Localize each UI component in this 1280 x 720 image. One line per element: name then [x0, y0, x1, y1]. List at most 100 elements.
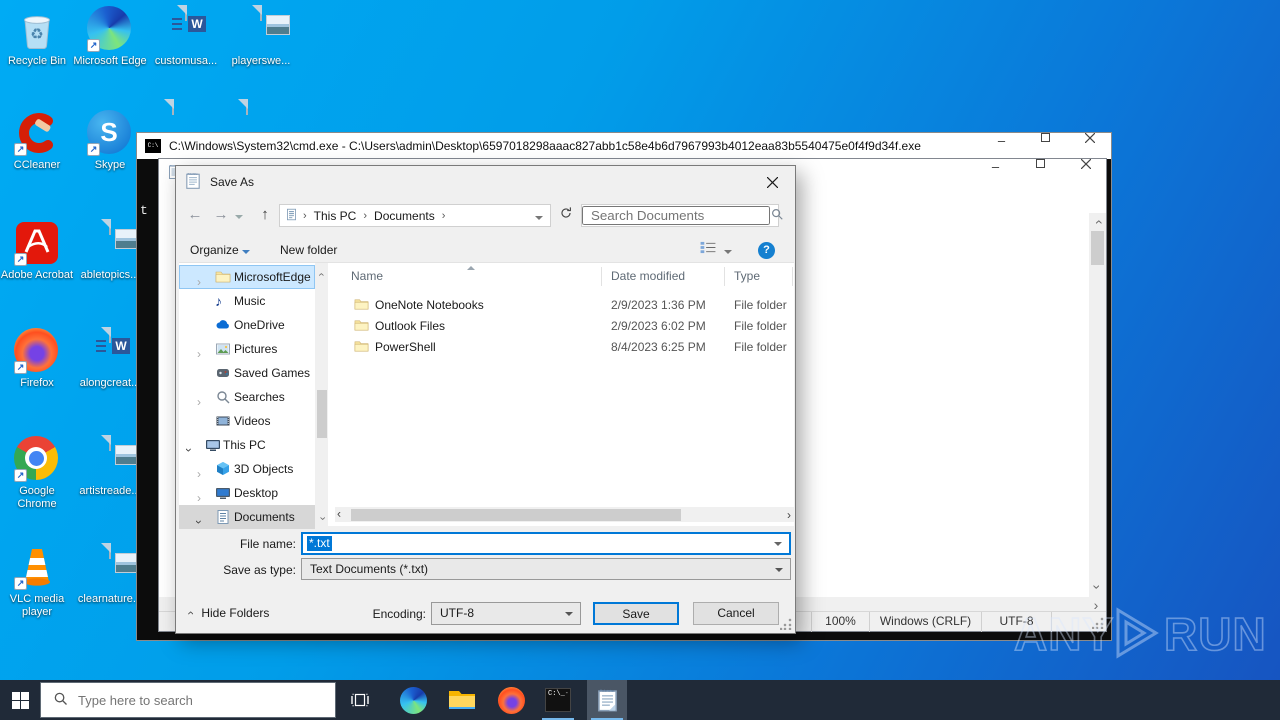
vscroll-thumb[interactable]: [316, 390, 327, 438]
back-button[interactable]: ←: [184, 204, 206, 226]
watermark-run-text: RUN: [1164, 608, 1264, 660]
image-doc-icon: [109, 435, 139, 465]
address-bar[interactable]: › This PC › Documents ›: [279, 204, 551, 227]
search-icon[interactable]: [770, 207, 784, 224]
shortcut-arrow-icon: ↗: [14, 143, 27, 156]
taskbar-edge-button[interactable]: [393, 680, 433, 720]
taskbar-search-box[interactable]: [40, 682, 336, 718]
desktop-icon-adobe-acrobat[interactable]: ↗ Adobe Acrobat: [0, 220, 74, 282]
scroll-up-icon[interactable]: ›: [1089, 215, 1106, 230]
close-button[interactable]: [1067, 133, 1112, 143]
organize-button[interactable]: Organize: [190, 240, 251, 260]
breadcrumb-documents[interactable]: Documents: [369, 209, 440, 223]
scroll-down-icon[interactable]: ›: [315, 510, 328, 524]
taskbar-notepad-button[interactable]: [587, 680, 627, 720]
column-header-name[interactable]: Name: [351, 263, 383, 290]
tree-item-pictures[interactable]: › Pictures: [179, 337, 315, 361]
minimize-button[interactable]: –: [979, 133, 1024, 148]
tree-item-searches[interactable]: › Searches: [179, 385, 315, 409]
view-options-dropdown[interactable]: [724, 240, 732, 260]
desktop-icon-vlc[interactable]: ↗ VLC media player: [0, 544, 74, 619]
tree-item-music[interactable]: ♪ Music: [179, 289, 315, 313]
tree-item-videos[interactable]: Videos: [179, 409, 315, 433]
desktop-icon-microsoft-edge[interactable]: ↗ Microsoft Edge: [73, 6, 147, 68]
taskbar-cmd-button[interactable]: C:\_ -: [538, 680, 578, 720]
up-button[interactable]: ↑: [254, 204, 276, 226]
refresh-button[interactable]: [555, 205, 577, 227]
desktop-icon-label: customusa...: [154, 55, 218, 67]
resize-grip[interactable]: [1092, 617, 1104, 629]
cmd-titlebar[interactable]: C:\ C:\Windows\System32\cmd.exe - C:\Use…: [137, 133, 1111, 159]
desktop-icon-playerswe[interactable]: playerswe...: [224, 5, 298, 68]
desktop-icon-customusa[interactable]: W customusa...: [149, 5, 223, 68]
tree-item-onedrive[interactable]: OneDrive: [179, 313, 315, 337]
edge-icon: [399, 686, 427, 714]
search-box[interactable]: [581, 204, 783, 227]
breadcrumb-this-pc[interactable]: This PC: [309, 209, 362, 223]
tree-item-microsoftedge[interactable]: › MicrosoftEdge: [179, 265, 315, 289]
chevron-down-icon[interactable]: [774, 542, 782, 546]
column-header-date-modified[interactable]: Date modified: [611, 263, 685, 290]
taskbar-firefox-button[interactable]: [491, 680, 531, 720]
file-name-input[interactable]: *.txt: [301, 532, 791, 555]
details-view-icon: [700, 241, 716, 254]
recent-locations-dropdown[interactable]: [232, 204, 246, 226]
notepad-vscrollbar[interactable]: › ›: [1089, 213, 1106, 597]
desktop-icon-google-chrome[interactable]: ↗ Google Chrome: [0, 436, 74, 511]
cmd-window-title: C:\Windows\System32\cmd.exe - C:\Users\a…: [169, 139, 921, 153]
start-button[interactable]: [0, 680, 40, 720]
tree-item-desktop[interactable]: › Desktop: [179, 481, 315, 505]
desktop-icon-ccleaner[interactable]: ↗ CCleaner: [0, 110, 74, 172]
chevron-down-icon: [775, 568, 783, 572]
chevron-expanded-icon[interactable]: ›: [187, 520, 211, 524]
file-row-onenote-notebooks[interactable]: OneNote Notebooks 2/9/2023 1:36 PM File …: [335, 295, 794, 316]
desktop-icon-recycle-bin[interactable]: ♻ Recycle Bin: [0, 6, 74, 68]
hscroll-thumb[interactable]: [351, 508, 681, 521]
scroll-left-icon[interactable]: ›: [337, 508, 341, 522]
dialog-titlebar[interactable]: Save As: [176, 166, 795, 198]
refresh-icon: [561, 207, 571, 218]
save-as-type-select[interactable]: Text Documents (*.txt): [301, 558, 791, 580]
taskbar-search-input[interactable]: [78, 692, 335, 708]
scroll-up-icon[interactable]: ›: [315, 266, 328, 280]
desktop-icon-label: Adobe Acrobat: [0, 269, 74, 281]
taskbar: C:\_- › 10:21 PM 6/29/2024: [0, 680, 1280, 720]
cancel-button[interactable]: Cancel: [693, 602, 779, 625]
vscroll-thumb[interactable]: [1091, 231, 1104, 265]
task-view-button[interactable]: [340, 680, 380, 720]
maximize-button[interactable]: [1018, 159, 1063, 168]
chevron-expanded-icon[interactable]: ›: [177, 448, 201, 452]
play-icon: [1116, 607, 1159, 659]
taskbar-file-explorer-button[interactable]: [442, 680, 482, 720]
list-hscrollbar[interactable]: › ›: [335, 507, 794, 522]
tree-item-documents[interactable]: › Documents: [179, 505, 315, 529]
search-input[interactable]: [582, 206, 770, 225]
save-button[interactable]: Save: [593, 602, 679, 625]
tree-item-3d-objects[interactable]: › 3D Objects: [179, 457, 315, 481]
minimize-button[interactable]: –: [973, 159, 1018, 174]
help-button[interactable]: ?: [758, 239, 775, 259]
search-icon: [53, 691, 68, 709]
shortcut-arrow-icon: ↗: [14, 469, 27, 482]
videos-icon: [215, 413, 231, 429]
pictures-icon: [215, 341, 231, 357]
tree-scrollbar[interactable]: › ›: [315, 263, 328, 527]
close-button[interactable]: [1063, 159, 1108, 169]
desktop-icon-firefox[interactable]: ↗ Firefox: [0, 328, 74, 390]
encoding-select[interactable]: UTF-8: [431, 602, 581, 625]
hide-folders-button[interactable]: › Hide Folders: [183, 606, 269, 620]
column-header-type[interactable]: Type: [734, 263, 760, 290]
resize-grip[interactable]: [780, 618, 792, 630]
file-row-powershell[interactable]: PowerShell 8/4/2023 6:25 PM File folder: [335, 337, 794, 358]
forward-button[interactable]: →: [210, 204, 232, 226]
new-folder-button[interactable]: New folder: [280, 240, 337, 260]
close-button[interactable]: [750, 166, 795, 198]
tree-item-saved-games[interactable]: Saved Games: [179, 361, 315, 385]
maximize-button[interactable]: [1023, 133, 1068, 142]
tree-item-this-pc[interactable]: › This PC: [179, 433, 315, 457]
file-row-outlook-files[interactable]: Outlook Files 2/9/2023 6:02 PM File fold…: [335, 316, 794, 337]
scroll-right-icon[interactable]: ›: [787, 508, 791, 522]
chevron-down-icon[interactable]: [535, 209, 543, 223]
scroll-down-icon[interactable]: ›: [1089, 580, 1106, 595]
view-options-button[interactable]: [699, 240, 717, 260]
